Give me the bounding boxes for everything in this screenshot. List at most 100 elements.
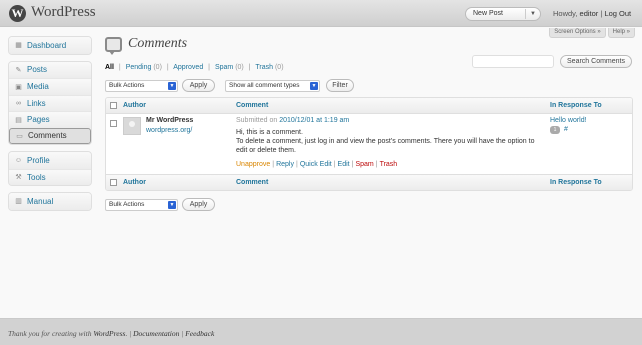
menu-item-pages[interactable]: ▤ Pages (9, 111, 91, 128)
dropdown-divider (525, 9, 526, 19)
wordpress-logo-icon[interactable]: W (9, 5, 26, 22)
search-comments-button[interactable]: Search Comments (560, 55, 632, 68)
column-author[interactable]: Author (123, 102, 146, 109)
separator: | (248, 64, 251, 71)
menu-item-comments[interactable]: ▭ Comments (9, 127, 91, 144)
chevron-down-icon: ▼ (310, 82, 318, 90)
pending-count: (0) (153, 64, 162, 71)
menu-item-links[interactable]: ∞ Links (9, 94, 91, 111)
wordpress-link[interactable]: WordPress (93, 329, 125, 338)
comment-type-select[interactable]: Show all comment types ▼ (225, 80, 320, 92)
admin-menu: ▦ Dashboard ✎ Posts ▣ Media ∞ Links ▤ Pages ▭… (8, 36, 92, 217)
spam-count: (0) (235, 64, 244, 71)
menu-item-manual[interactable]: ▥ Manual (9, 193, 91, 210)
select-all-checkbox-bottom[interactable] (110, 179, 117, 186)
menu-item-tools[interactable]: ⚒ Tools (9, 168, 91, 185)
status-trash-link[interactable]: Trash (255, 64, 273, 71)
apply-button-top[interactable]: Apply (182, 79, 215, 92)
author-url-link[interactable]: wordpress.org/ (146, 127, 192, 134)
screen-meta-tabs: Screen Options » Help » (549, 28, 635, 38)
trash-link[interactable]: Trash (380, 161, 398, 168)
menu-group-content: ✎ Posts ▣ Media ∞ Links ▤ Pages ▭ Comments (8, 60, 92, 145)
comment-text: Hi, this is a comment. To delete a comme… (236, 129, 536, 155)
help-tab[interactable]: Help » (607, 28, 635, 38)
column-in-response-to[interactable]: In Response To (550, 179, 602, 186)
submitted-date: Submitted on 2010/12/01 at 1:19 am (236, 117, 349, 124)
menu-item-dashboard[interactable]: ▦ Dashboard (9, 37, 91, 54)
dashboard-icon: ▦ (15, 42, 22, 50)
menu-item-label: Profile (27, 155, 50, 165)
comment-count-bubble[interactable]: 1 (550, 126, 560, 134)
page-title: Comments (128, 36, 188, 51)
favorite-actions-dropdown[interactable]: New Post ▼ (465, 7, 541, 21)
column-in-response-to[interactable]: In Response To (550, 102, 602, 109)
response-post-link[interactable]: Hello world! (550, 117, 587, 124)
separator: . | (125, 329, 134, 338)
username-link[interactable]: editor (580, 9, 599, 18)
status-all-link[interactable]: All (105, 64, 114, 71)
screen-options-tab[interactable]: Screen Options » (549, 28, 606, 38)
logout-link[interactable]: Log Out (604, 9, 631, 18)
table-footer: Author Comment In Response To (106, 174, 632, 190)
apply-button-bottom[interactable]: Apply (182, 198, 215, 211)
feedback-link[interactable]: Feedback (185, 329, 214, 338)
bulk-actions-select-bottom[interactable]: Bulk Actions ▼ (105, 199, 178, 211)
comment-date-link[interactable]: 2010/12/01 at 1:19 am (279, 117, 349, 124)
spam-link[interactable]: Spam (355, 161, 373, 168)
comment-search-input[interactable] (472, 55, 554, 68)
chevron-down-icon[interactable]: ▼ (530, 8, 536, 20)
bulk-actions-value: Bulk Actions (109, 82, 145, 89)
comment-line: To delete a comment, just log in and vie… (236, 137, 535, 154)
quick-edit-link[interactable]: Quick Edit (300, 161, 332, 168)
menu-item-label: Comments (28, 131, 67, 141)
comment-status-filter: All | Pending (0) | Approved | Spam (0) … (105, 64, 284, 71)
menu-item-label: Posts (27, 65, 48, 75)
status-pending-link[interactable]: Pending (126, 64, 152, 71)
chevron-down-icon: ▼ (168, 201, 176, 209)
menu-item-posts[interactable]: ✎ Posts (9, 61, 91, 78)
site-title[interactable]: WordPress (31, 4, 96, 21)
row-checkbox[interactable] (110, 120, 117, 127)
media-icon: ▣ (15, 83, 22, 91)
documentation-link[interactable]: Documentation (133, 329, 179, 338)
column-comment: Comment (236, 102, 269, 109)
user-info: Howdy, editor | Log Out (553, 9, 631, 18)
table-header: Author Comment In Response To (106, 98, 632, 114)
bulk-actions-select-top[interactable]: Bulk Actions ▼ (105, 80, 178, 92)
filter-button[interactable]: Filter (326, 79, 354, 92)
admin-footer: Thank you for creating with WordPress. |… (0, 318, 642, 345)
menu-item-label: Links (27, 98, 46, 108)
trash-count: (0) (274, 64, 284, 71)
comments-page-icon (105, 37, 122, 55)
chevron-down-icon: ▼ (168, 82, 176, 90)
column-author[interactable]: Author (123, 179, 146, 186)
profile-icon: ☺ (14, 156, 23, 164)
column-comment: Comment (236, 179, 269, 186)
author-name: Mr WordPress (146, 117, 194, 124)
reply-link[interactable]: Reply (276, 161, 294, 168)
submitted-prefix: Submitted on (236, 117, 280, 124)
footer-text: Thank you for creating with WordPress. |… (8, 329, 214, 338)
row-actions: Unapprove | Reply | Quick Edit | Edit | Spam | Tra… (236, 161, 398, 168)
edit-link[interactable]: Edit (338, 161, 350, 168)
separator: | (208, 64, 210, 71)
menu-group-users: ☺ Profile ⚒ Tools (8, 151, 92, 186)
post-permalink[interactable]: # (564, 126, 568, 133)
menu-item-media[interactable]: ▣ Media (9, 78, 91, 95)
comment-type-value: Show all comment types (229, 82, 300, 89)
comment-icon: ▭ (16, 132, 23, 140)
menu-item-label: Dashboard (27, 40, 67, 50)
tools-icon: ⚒ (15, 174, 22, 182)
table-row: Mr WordPress wordpress.org/ Submitted on… (106, 114, 632, 174)
unapprove-link[interactable]: Unapprove (236, 161, 270, 168)
menu-item-profile[interactable]: ☺ Profile (9, 152, 91, 169)
pin-icon: ✎ (15, 66, 22, 74)
menu-group-manual: ▥ Manual (8, 192, 92, 211)
separator: | (118, 64, 121, 71)
comment-line: Hi, this is a comment. (236, 129, 303, 136)
menu-item-label: Media (27, 82, 49, 92)
status-approved-link[interactable]: Approved (173, 64, 203, 71)
menu-item-label: Manual (27, 196, 54, 206)
status-spam-link[interactable]: Spam (215, 64, 233, 71)
select-all-checkbox[interactable] (110, 102, 117, 109)
